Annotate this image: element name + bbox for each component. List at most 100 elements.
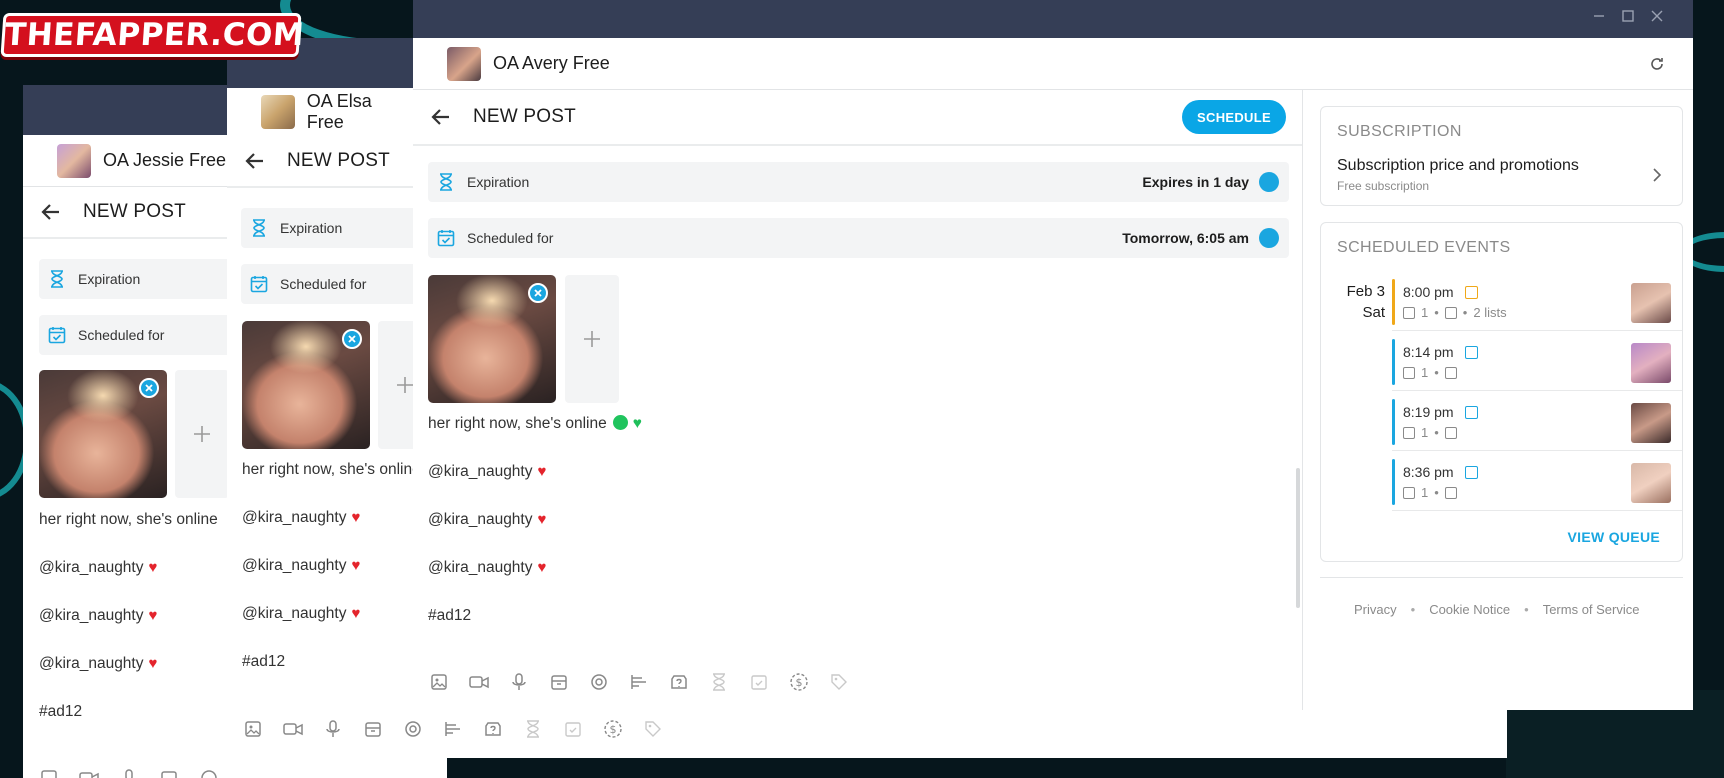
hourglass-icon[interactable] <box>513 716 553 742</box>
microphone-icon[interactable] <box>499 669 539 695</box>
calendar-icon[interactable] <box>553 716 593 742</box>
calendar-icon[interactable] <box>739 669 779 695</box>
sidebar-divider <box>1320 577 1683 578</box>
expiration-row[interactable]: Expiration Expires in 1 day <box>428 162 1289 202</box>
composer: NEW POST SCHEDULE Expiration Expires in … <box>413 90 1303 710</box>
window-elsa-content: OA Elsa Free NEW POST Expiration Schedul… <box>227 88 413 778</box>
post-text-line: her right now, she's online ♥ <box>428 415 642 432</box>
scheduled-value: Tomorrow, 6:05 am <box>1122 230 1249 246</box>
event-item[interactable]: 8:19 pm 1 • <box>1392 397 1682 451</box>
add-media-button[interactable] <box>565 275 619 403</box>
image-count-icon <box>1403 366 1415 379</box>
video-icon[interactable] <box>273 716 313 742</box>
poll-icon[interactable] <box>619 669 659 695</box>
image-icon[interactable] <box>233 716 273 742</box>
tag-icon[interactable] <box>633 716 673 742</box>
event-item[interactable]: 8:36 pm 1 • <box>1392 457 1682 511</box>
expiration-label: Expiration <box>78 271 141 287</box>
add-media-button[interactable] <box>175 370 229 498</box>
tag-icon[interactable] <box>819 669 859 695</box>
mention-icon[interactable] <box>579 669 619 695</box>
back-arrow-icon[interactable] <box>39 200 63 224</box>
price-icon[interactable]: $ <box>779 669 819 695</box>
scheduled-row[interactable]: Scheduled for Tomorrow, 6:05 am <box>428 218 1289 258</box>
poll-icon[interactable] <box>433 716 473 742</box>
post-text-line: #ad12 <box>428 607 472 624</box>
media-thumbnail[interactable] <box>39 370 167 498</box>
back-arrow-icon[interactable] <box>243 149 267 173</box>
post-text[interactable]: her right now, she's online @kira_naught… <box>242 446 413 686</box>
minimize-icon[interactable] <box>1591 8 1607 24</box>
subscription-card[interactable]: SUBSCRIPTION Subscription price and prom… <box>1320 106 1683 206</box>
avatar[interactable] <box>261 94 295 129</box>
vault-icon[interactable] <box>149 765 189 778</box>
svg-text:$: $ <box>796 676 803 689</box>
account-bar: OA Avery Free <box>413 38 1693 90</box>
post-text-line: her right now, she's online <box>39 511 218 528</box>
expiration-value: Expires in 1 day <box>1142 174 1249 190</box>
event-color-bar <box>1392 339 1395 385</box>
image-icon[interactable] <box>29 765 69 778</box>
calendar-check-icon <box>437 230 455 247</box>
avatar[interactable] <box>57 143 91 178</box>
post-text-line: @kira_naughty ♥ <box>242 605 361 622</box>
event-color-bar <box>1392 459 1395 505</box>
post-toolbar: $ <box>233 716 673 742</box>
clear-expiration-icon[interactable] <box>1259 172 1279 192</box>
expiration-row[interactable]: Expiration <box>241 208 413 248</box>
back-arrow-icon[interactable] <box>429 105 453 129</box>
media-thumbnail[interactable] <box>428 275 556 403</box>
post-text[interactable]: her right now, she's online ♥ @kira_naugh… <box>428 400 642 640</box>
mention-icon[interactable] <box>393 716 433 742</box>
hourglass-icon <box>51 270 63 288</box>
quiz-icon[interactable] <box>659 669 699 695</box>
remove-media-icon[interactable] <box>139 378 159 398</box>
remove-media-icon[interactable] <box>342 329 362 349</box>
event-meta: 1 • <box>1403 485 1457 500</box>
post-type-icon <box>1465 406 1478 419</box>
event-thumbnail <box>1631 343 1671 383</box>
heart-icon: ♥ <box>537 559 547 576</box>
cookie-notice-link[interactable]: Cookie Notice <box>1429 602 1510 617</box>
window-avery: OA Avery Free NEW POST SCHEDULE Expirati… <box>413 0 1693 710</box>
privacy-link[interactable]: Privacy <box>1354 602 1397 617</box>
new-post-header: NEW POST SCHEDULE <box>413 90 1302 146</box>
event-item[interactable]: 8:00 pm 1 • • 2 lists <box>1392 277 1682 331</box>
avatar[interactable] <box>447 46 481 81</box>
calendar-check-icon <box>48 327 66 344</box>
close-icon[interactable] <box>1649 8 1665 24</box>
media-thumbnail[interactable] <box>242 321 370 449</box>
subscription-subtitle: Free subscription <box>1337 179 1430 193</box>
post-type-icon <box>1465 466 1478 479</box>
terms-link[interactable]: Terms of Service <box>1543 602 1640 617</box>
microphone-icon[interactable] <box>109 765 149 778</box>
event-item[interactable]: 8:14 pm 1 • <box>1392 337 1682 391</box>
maximize-icon[interactable] <box>1620 8 1636 24</box>
hourglass-icon[interactable] <box>699 669 739 695</box>
vault-icon[interactable] <box>353 716 393 742</box>
post-text-line: @kira_naughty ♥ <box>428 463 547 480</box>
view-queue-link[interactable]: VIEW QUEUE <box>1568 529 1660 545</box>
scheduled-label: Scheduled for <box>78 327 165 343</box>
svg-text:$: $ <box>610 723 617 736</box>
event-thumbnail <box>1631 403 1671 443</box>
scrollbar[interactable] <box>1296 468 1300 608</box>
price-icon[interactable]: $ <box>593 716 633 742</box>
image-icon[interactable] <box>419 669 459 695</box>
post-text[interactable]: her right now, she's online @kira_naught… <box>39 496 218 736</box>
refresh-icon[interactable] <box>1649 56 1665 72</box>
vault-icon[interactable] <box>539 669 579 695</box>
remove-media-icon[interactable] <box>528 283 548 303</box>
video-icon[interactable] <box>69 765 109 778</box>
mention-icon[interactable] <box>189 765 229 778</box>
scheduled-label: Scheduled for <box>280 276 367 292</box>
watermark-logo: THEFAPPER.COM <box>0 13 305 57</box>
window-bottom-strip <box>1303 710 1507 758</box>
microphone-icon[interactable] <box>313 716 353 742</box>
video-icon[interactable] <box>459 669 499 695</box>
clear-schedule-icon[interactable] <box>1259 228 1279 248</box>
quiz-icon[interactable] <box>473 716 513 742</box>
scheduled-row[interactable]: Scheduled for <box>241 264 413 304</box>
schedule-button[interactable]: SCHEDULE <box>1182 100 1286 134</box>
add-media-button[interactable] <box>378 321 413 449</box>
